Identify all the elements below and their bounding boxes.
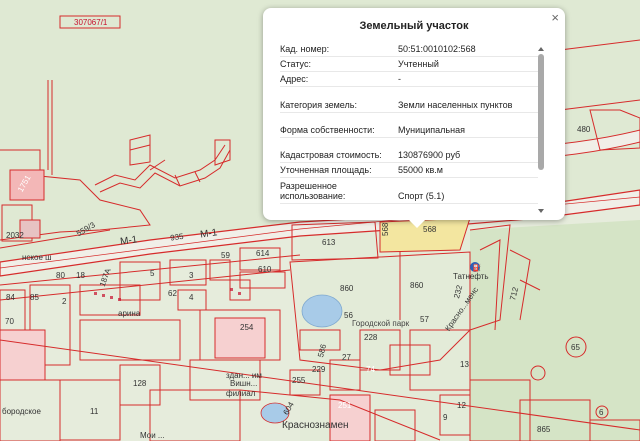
attr-value: Земли населенных пунктов xyxy=(398,100,513,110)
parcel-label: 59 xyxy=(221,251,230,260)
scroll-down-icon[interactable] xyxy=(538,209,544,213)
parcel-label: 18 xyxy=(76,271,85,280)
parcel-label: 74 xyxy=(366,365,375,374)
parcel-label: 610 xyxy=(258,265,272,274)
parcel-label: 2032 xyxy=(6,231,24,240)
poi-label: филиал xyxy=(226,389,256,398)
gas-station-glyph: ⛽ xyxy=(473,263,482,272)
attr-value: - xyxy=(398,74,401,84)
parcel-label: 228 xyxy=(364,333,378,342)
attr-value: 130876900 руб xyxy=(398,150,461,160)
parcel-label: 860 xyxy=(340,284,354,293)
poi-label: Вишн... xyxy=(230,379,257,388)
park-label: Городской парк xyxy=(352,319,410,328)
parcel-label: 11 xyxy=(90,407,99,416)
poi-label: здан... им xyxy=(226,371,262,380)
attr-key: Уточненная площадь: xyxy=(280,165,372,175)
street-label: бородское xyxy=(2,407,41,416)
parcel-label: 6 xyxy=(599,408,604,417)
attr-value: 55000 кв.м xyxy=(398,165,443,175)
parcel-label: 57 xyxy=(420,315,429,324)
parcel-label: 2 xyxy=(62,297,67,306)
parcel-label: 254 xyxy=(240,323,254,332)
parcel-label: 12 xyxy=(457,401,466,410)
row-land-category: Категория земель: Земли населенных пункт… xyxy=(280,87,538,113)
attr-key: Разрешенное использование: xyxy=(280,181,346,201)
street-label: нское ш xyxy=(22,253,52,262)
parcel-label: 5 xyxy=(150,269,155,278)
parcel-label: 9 xyxy=(443,413,448,422)
parcel-label: 70 xyxy=(5,317,14,326)
attr-key: Адрес: xyxy=(280,74,309,84)
attr-key: Кадастровая стоимость: xyxy=(280,150,382,160)
row-cadastral-number: Кад. номер: 50:51:0010102:568 xyxy=(280,42,538,57)
parcel-label: 251 xyxy=(338,401,352,410)
street-label: арина xyxy=(118,309,141,318)
parcel-label: 80 xyxy=(56,271,65,280)
parcel-label: 860 xyxy=(410,281,424,290)
attr-key: Форма собственности: xyxy=(280,125,375,135)
parcel-label: 307067/1 xyxy=(74,18,108,27)
attr-value: Спорт (5.1) xyxy=(398,191,445,201)
parcel-label: 229 xyxy=(312,365,326,374)
parcel-label: 85 xyxy=(30,293,39,302)
parcel-label: 13 xyxy=(460,360,469,369)
poi-label: Татнефть xyxy=(453,272,489,281)
scroll-up-icon[interactable] xyxy=(538,47,544,51)
parcel-label: 865 xyxy=(537,425,551,434)
attr-key: Кад. номер: xyxy=(280,44,330,54)
attr-key: Статус: xyxy=(280,59,311,69)
parcel-label: 3 xyxy=(189,271,194,280)
parcel-label: 62 xyxy=(168,289,177,298)
parcel-label: 27 xyxy=(342,353,351,362)
popup-pointer xyxy=(409,220,425,228)
row-status: Статус: Учтенный xyxy=(280,57,538,72)
scrollbar-thumb[interactable] xyxy=(538,54,544,170)
parcel-label: 935 xyxy=(170,232,185,243)
row-area: Уточненная площадь: 55000 кв.м xyxy=(280,163,538,178)
attr-value: 50:51:0010102:568 xyxy=(398,44,476,54)
parcel-label: 613 xyxy=(322,238,336,247)
parcel-label: 568 xyxy=(423,225,437,234)
attr-key: Категория земель: xyxy=(280,100,357,110)
parcel-label: 65 xyxy=(571,343,580,352)
parcel-info-popup[interactable]: × Земельный участок Кад. номер: 50:51:00… xyxy=(263,8,565,228)
parcel-label: 568 xyxy=(381,222,390,236)
row-permitted-use: Разрешенное использование: Спорт (5.1) xyxy=(280,178,538,204)
popup-title: Земельный участок xyxy=(359,20,469,32)
row-cadastral-value: Кадастровая стоимость: 130876900 руб xyxy=(280,138,538,163)
row-address: Адрес: - xyxy=(280,72,538,87)
attr-value: Учтенный xyxy=(398,59,439,69)
parcel-label: 480 xyxy=(577,125,591,134)
street-label: Краснознамен xyxy=(282,420,349,431)
parcel-label: 128 xyxy=(133,379,147,388)
parcel-label: 4 xyxy=(189,293,194,302)
street-label: Мои ... xyxy=(140,431,165,440)
parcel-label: 255 xyxy=(292,376,306,385)
attr-value: Муниципальная xyxy=(398,125,465,135)
row-ownership: Форма собственности: Муниципальная xyxy=(280,113,538,138)
parcel-attributes[interactable]: Кад. номер: 50:51:0010102:568 Статус: Уч… xyxy=(280,42,538,206)
parcel-label: 614 xyxy=(256,249,270,258)
parcel-label: 84 xyxy=(6,293,15,302)
